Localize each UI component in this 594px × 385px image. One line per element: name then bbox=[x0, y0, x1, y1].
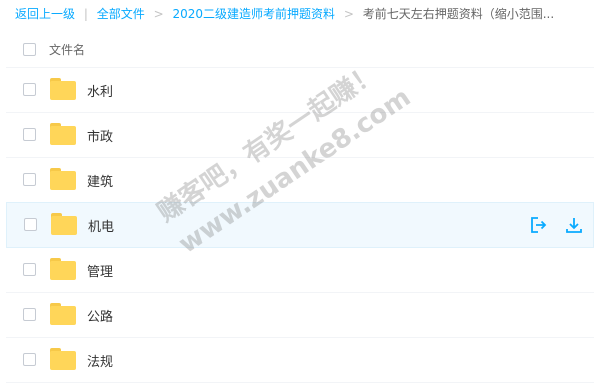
current-folder: 考前七天左右押题资料（缩小范围... bbox=[362, 7, 555, 21]
parent-folder-link[interactable]: 2020二级建造师考前押题资料 bbox=[172, 7, 335, 21]
filename-column-header[interactable]: 文件名 bbox=[49, 41, 85, 58]
file-name[interactable]: 法规 bbox=[87, 351, 113, 370]
list-item[interactable]: 管理 bbox=[6, 248, 594, 293]
list-item[interactable]: 法规 bbox=[6, 338, 594, 383]
file-list-header: 文件名 bbox=[6, 33, 594, 68]
file-name[interactable]: 市政 bbox=[87, 126, 113, 145]
share-icon[interactable] bbox=[529, 216, 547, 234]
folder-icon bbox=[50, 348, 76, 370]
chevron-right-icon: > bbox=[153, 7, 164, 21]
list-item[interactable]: 机电 bbox=[6, 202, 594, 248]
file-name[interactable]: 公路 bbox=[87, 306, 113, 325]
back-link[interactable]: 返回上一级 bbox=[15, 7, 75, 21]
row-checkbox[interactable] bbox=[23, 83, 36, 96]
list-item[interactable]: 公路 bbox=[6, 293, 594, 338]
row-checkbox[interactable] bbox=[23, 128, 36, 141]
folder-icon bbox=[50, 78, 76, 100]
breadcrumb: 返回上一级 | 全部文件 > 2020二级建造师考前押题资料 > 考前七天左右押… bbox=[15, 0, 585, 28]
row-checkbox[interactable] bbox=[24, 218, 37, 231]
breadcrumb-divider: | bbox=[83, 7, 88, 21]
folder-icon bbox=[50, 123, 76, 145]
file-name[interactable]: 管理 bbox=[87, 261, 113, 280]
folder-icon bbox=[50, 303, 76, 325]
all-files-link[interactable]: 全部文件 bbox=[97, 7, 145, 21]
download-icon[interactable] bbox=[565, 216, 583, 234]
folder-icon bbox=[50, 168, 76, 190]
folder-icon bbox=[50, 258, 76, 280]
select-all-checkbox[interactable] bbox=[23, 43, 36, 56]
row-actions bbox=[516, 216, 583, 238]
file-name[interactable]: 机电 bbox=[88, 216, 114, 235]
row-checkbox[interactable] bbox=[23, 263, 36, 276]
row-checkbox[interactable] bbox=[23, 173, 36, 186]
row-checkbox[interactable] bbox=[23, 308, 36, 321]
chevron-right-icon: > bbox=[343, 7, 354, 21]
row-checkbox[interactable] bbox=[23, 353, 36, 366]
folder-icon bbox=[51, 213, 77, 235]
file-name[interactable]: 建筑 bbox=[87, 171, 113, 190]
file-name[interactable]: 水利 bbox=[87, 81, 113, 100]
